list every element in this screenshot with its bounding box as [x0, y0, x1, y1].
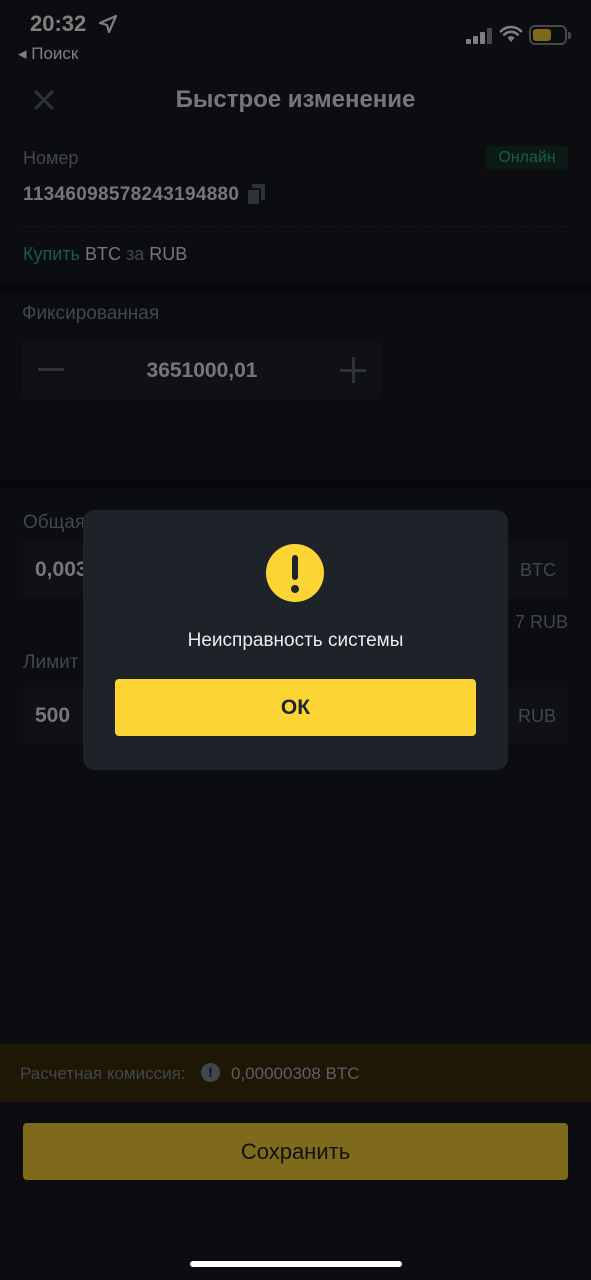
warning-icon [266, 544, 324, 602]
ok-button[interactable]: ОК [115, 679, 476, 736]
dialog-message: Неисправность системы [187, 630, 404, 651]
error-dialog: Неисправность системы ОК [83, 510, 508, 770]
home-indicator [190, 1261, 402, 1267]
